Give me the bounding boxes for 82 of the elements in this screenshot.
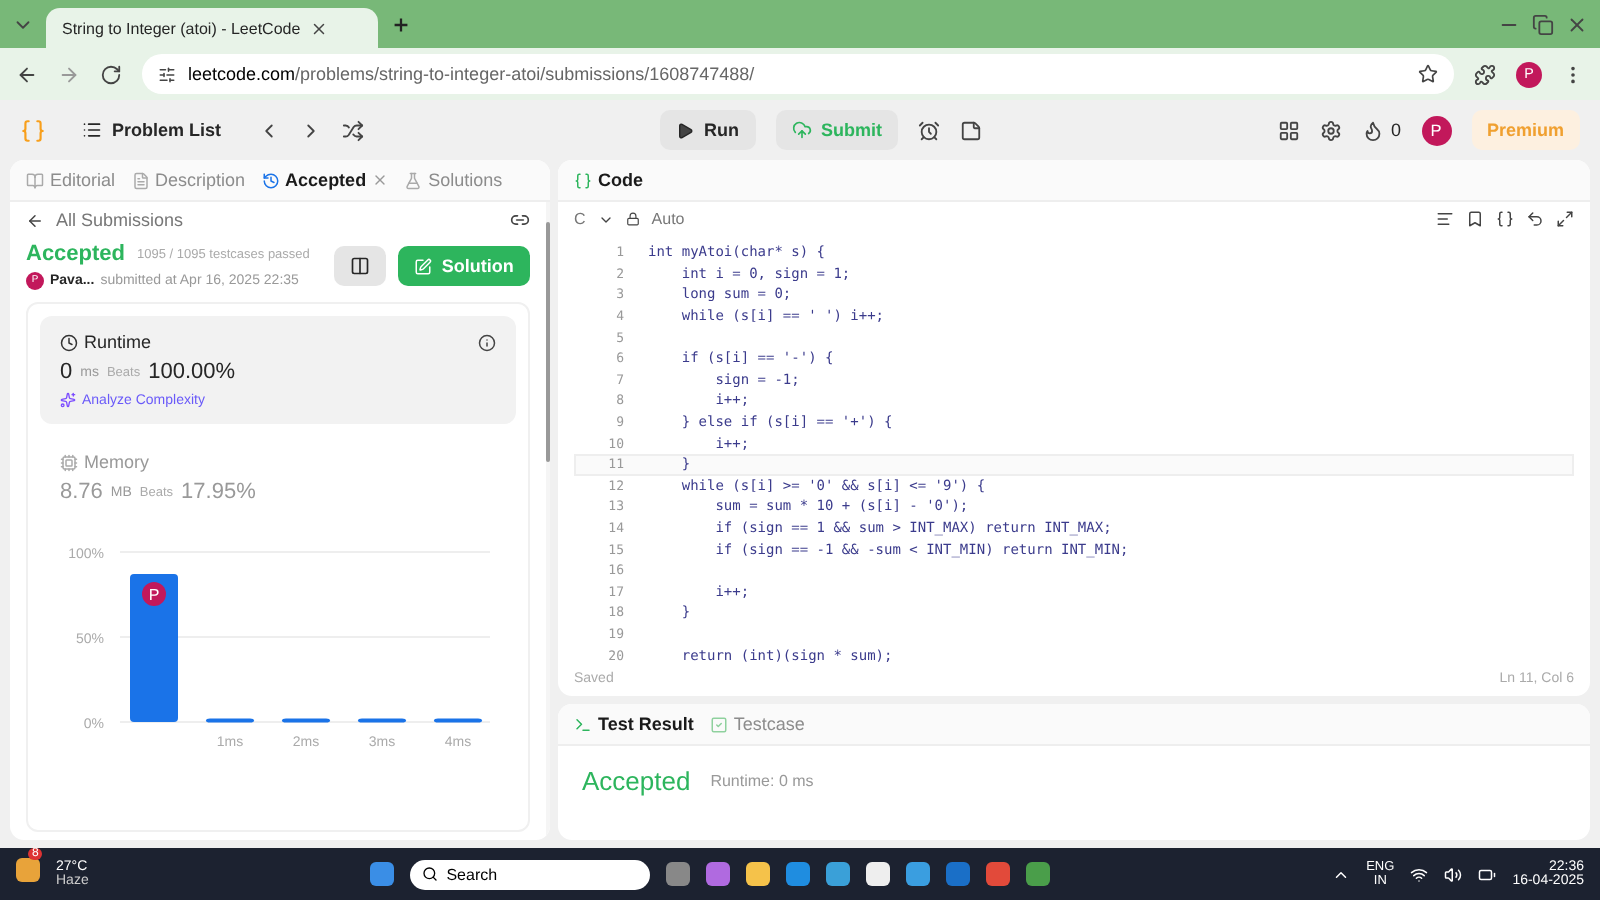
runtime-text: Runtime: 0 ms <box>710 772 814 790</box>
braces-icon[interactable] <box>1496 210 1514 228</box>
info-icon <box>477 333 496 351</box>
extensions-icon[interactable] <box>1474 63 1496 85</box>
panel-tab[interactable]: Accepted <box>261 170 389 190</box>
panel-tab[interactable]: Testcase <box>709 714 805 734</box>
metric-value: 8.76 <box>60 480 103 504</box>
edit-icon <box>413 257 432 275</box>
sparkle-icon <box>60 392 76 408</box>
link-icon[interactable] <box>509 210 530 230</box>
lock-icon <box>625 212 640 226</box>
close-icon[interactable] <box>1566 13 1588 35</box>
code-tab[interactable]: Code <box>574 170 643 190</box>
user-avatar[interactable]: P <box>1421 115 1451 145</box>
tab-icon <box>131 171 150 189</box>
tab-icon <box>261 171 280 189</box>
problem-list-button[interactable]: Problem List <box>66 110 238 150</box>
list-icon <box>82 120 102 140</box>
search-icon <box>422 866 439 882</box>
checkbox-icon <box>709 715 728 733</box>
bookmark-icon[interactable] <box>1466 210 1484 228</box>
flame-icon <box>1362 119 1385 141</box>
metric-title: Memory <box>84 452 150 472</box>
language-select[interactable]: C <box>574 210 586 228</box>
new-tab-icon[interactable] <box>390 13 412 35</box>
beats-value: 100.00% <box>148 360 236 384</box>
browser-tab[interactable]: String to Integer (atoi) - LeetCode <box>46 8 378 48</box>
back-icon[interactable] <box>16 63 38 85</box>
bookmark-star-icon[interactable] <box>1418 64 1438 84</box>
tab-icon <box>26 171 44 189</box>
back-icon[interactable] <box>26 211 44 229</box>
app-icon[interactable] <box>826 862 851 886</box>
tab-icon <box>404 171 423 189</box>
mode-label: Auto <box>651 210 685 228</box>
timer-icon[interactable] <box>918 119 940 141</box>
chip-icon <box>60 453 78 471</box>
url-text: leetcode.com/problems/string-to-integer-atoi/submissions/1608747488/ <box>188 64 755 84</box>
layout-icon[interactable] <box>1278 119 1301 141</box>
beats-value: 17.95% <box>181 480 256 504</box>
search-field[interactable]: Search <box>410 859 651 889</box>
streak-count: 0 <box>1390 120 1401 140</box>
all-submissions-link[interactable]: All Submissions <box>56 210 184 230</box>
format-icon[interactable] <box>1436 210 1454 228</box>
tab-title: String to Integer (atoi) - LeetCode <box>62 19 301 37</box>
settings-icon[interactable] <box>1320 119 1343 141</box>
panel-tab[interactable]: Editorial <box>26 170 116 190</box>
panel-tab[interactable]: Description <box>131 170 246 190</box>
site-settings-icon[interactable] <box>158 65 176 83</box>
logo-icon <box>20 117 46 143</box>
app-icon[interactable] <box>746 862 771 886</box>
close-icon[interactable] <box>310 19 329 37</box>
cloud-upload-icon <box>791 120 811 140</box>
notes-button[interactable] <box>333 246 386 286</box>
scrollbar[interactable] <box>545 202 550 840</box>
reload-icon[interactable] <box>100 63 122 85</box>
status-text: Accepted <box>26 242 126 266</box>
start-icon[interactable] <box>370 862 395 886</box>
play-icon <box>676 121 694 139</box>
metric-value: 0 <box>60 360 73 384</box>
panel-tab[interactable]: Test Result <box>574 714 694 734</box>
expand-icon[interactable] <box>1556 210 1574 228</box>
notes-icon[interactable] <box>960 119 982 141</box>
wifi-icon[interactable] <box>1410 865 1429 883</box>
restore-icon[interactable] <box>1532 13 1554 35</box>
run-button[interactable]: Run <box>660 110 755 150</box>
battery-icon[interactable] <box>1478 865 1497 883</box>
shuffle-icon[interactable] <box>341 119 364 141</box>
chart-bar <box>358 718 406 723</box>
undo-icon[interactable] <box>1526 210 1544 228</box>
code-icon <box>574 171 592 189</box>
address-bar[interactable]: leetcode.com/problems/string-to-integer-atoi/submissions/1608747488/ <box>142 54 1454 94</box>
chart-bar <box>206 718 254 723</box>
clock-icon <box>60 333 78 351</box>
chart-bar <box>434 718 482 723</box>
app-icon[interactable] <box>866 862 891 886</box>
chart-bar <box>282 718 330 723</box>
result-status: Accepted <box>582 766 691 796</box>
panel-tab[interactable]: Solutions <box>404 170 503 190</box>
avatar-marker: P <box>142 582 166 607</box>
terminal-icon <box>574 715 592 733</box>
volume-icon[interactable] <box>1444 865 1463 883</box>
metric-title: Runtime <box>84 332 152 352</box>
